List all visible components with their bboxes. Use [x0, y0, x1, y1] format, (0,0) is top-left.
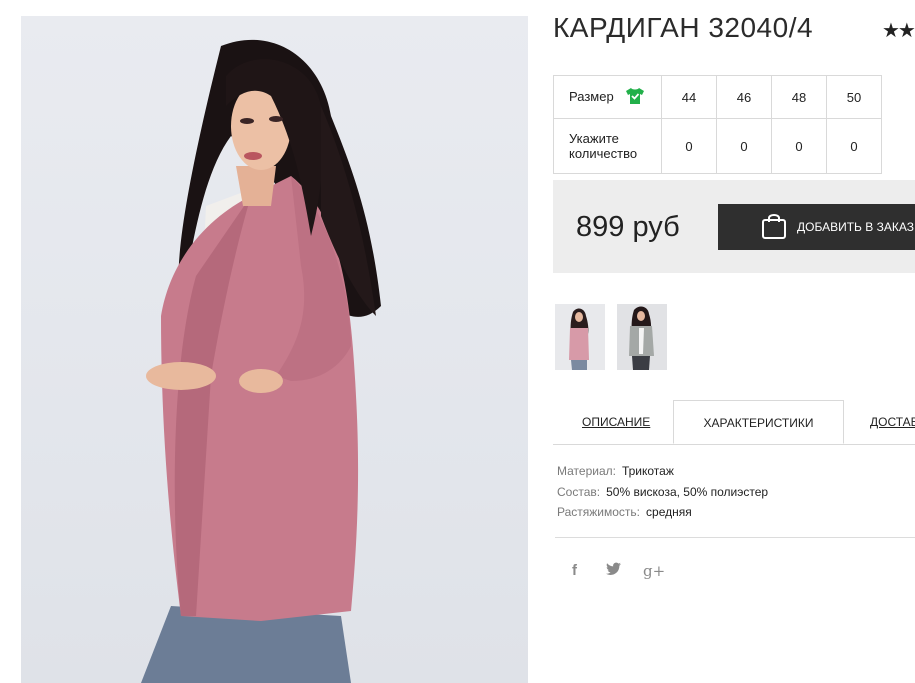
rating-stars[interactable]: ★★	[882, 18, 915, 43]
spec-value: Трикотаж	[621, 464, 674, 478]
quantity-input[interactable]: 0	[826, 118, 882, 174]
size-cell: 46	[716, 75, 772, 119]
quantity-row: Укажите количество 0 0 0 0	[553, 118, 882, 174]
tab-description[interactable]: ОПИСАНИЕ	[582, 400, 650, 444]
size-cell: 48	[771, 75, 827, 119]
facebook-icon[interactable]: f	[572, 562, 577, 582]
size-header-cell: Размер	[553, 75, 662, 119]
specifications: Материал: Трикотаж Состав: 50% вискоза, 50…	[557, 461, 768, 523]
size-cell: 50	[826, 75, 882, 119]
section-divider	[555, 537, 915, 538]
size-row: Размер 44 46 48 50	[553, 75, 882, 119]
thumbnail-image	[629, 306, 654, 370]
product-main-image[interactable]	[21, 16, 528, 683]
model-photo	[141, 39, 381, 683]
price-panel: 899 руб ДОБАВИТЬ В ЗАКАЗ	[553, 180, 915, 273]
thumbnail-image	[569, 308, 589, 370]
google-plus-icon[interactable]: g+	[643, 562, 665, 582]
tab-delivery[interactable]: ДОСТАВКА	[870, 400, 915, 444]
spec-label: Материал:	[557, 464, 616, 478]
quantity-input[interactable]: 0	[716, 118, 772, 174]
thumbnail-grey[interactable]	[617, 304, 667, 370]
quantity-input[interactable]: 0	[771, 118, 827, 174]
spec-row: Растяжимость: средняя	[557, 502, 768, 523]
spec-row: Состав: 50% вискоза, 50% полиэстер	[557, 482, 768, 503]
twitter-icon[interactable]	[606, 562, 622, 582]
size-quantity-table: Размер 44 46 48 50 Укажите количество 0 …	[553, 75, 882, 174]
thumbnail-pink[interactable]	[555, 304, 605, 370]
product-tabs: ОПИСАНИЕ ХАРАКТЕРИСТИКИ ДОСТАВКА	[553, 400, 915, 445]
add-to-order-label: ДОБАВИТЬ В ЗАКАЗ	[797, 220, 914, 234]
spec-label: Состав:	[557, 484, 601, 499]
quantity-input[interactable]: 0	[661, 118, 717, 174]
add-to-order-button[interactable]: ДОБАВИТЬ В ЗАКАЗ	[718, 204, 915, 250]
spec-value: средняя	[646, 505, 692, 519]
spec-row: Материал: Трикотаж	[557, 461, 768, 482]
product-title: КАРДИГАН 32040/4	[553, 12, 814, 43]
tab-characteristics[interactable]: ХАРАКТЕРИСТИКИ	[673, 400, 844, 444]
spec-value: 50% вискоза, 50% полиэстер	[606, 484, 769, 499]
shopping-bag-icon	[761, 212, 787, 243]
size-label: Размер	[569, 88, 614, 104]
spec-label: Растяжимость:	[557, 505, 641, 519]
quantity-label: Укажите количество	[553, 118, 662, 174]
size-chart-icon[interactable]	[625, 87, 645, 108]
size-cell: 44	[661, 75, 717, 119]
price: 899 руб	[576, 211, 680, 243]
